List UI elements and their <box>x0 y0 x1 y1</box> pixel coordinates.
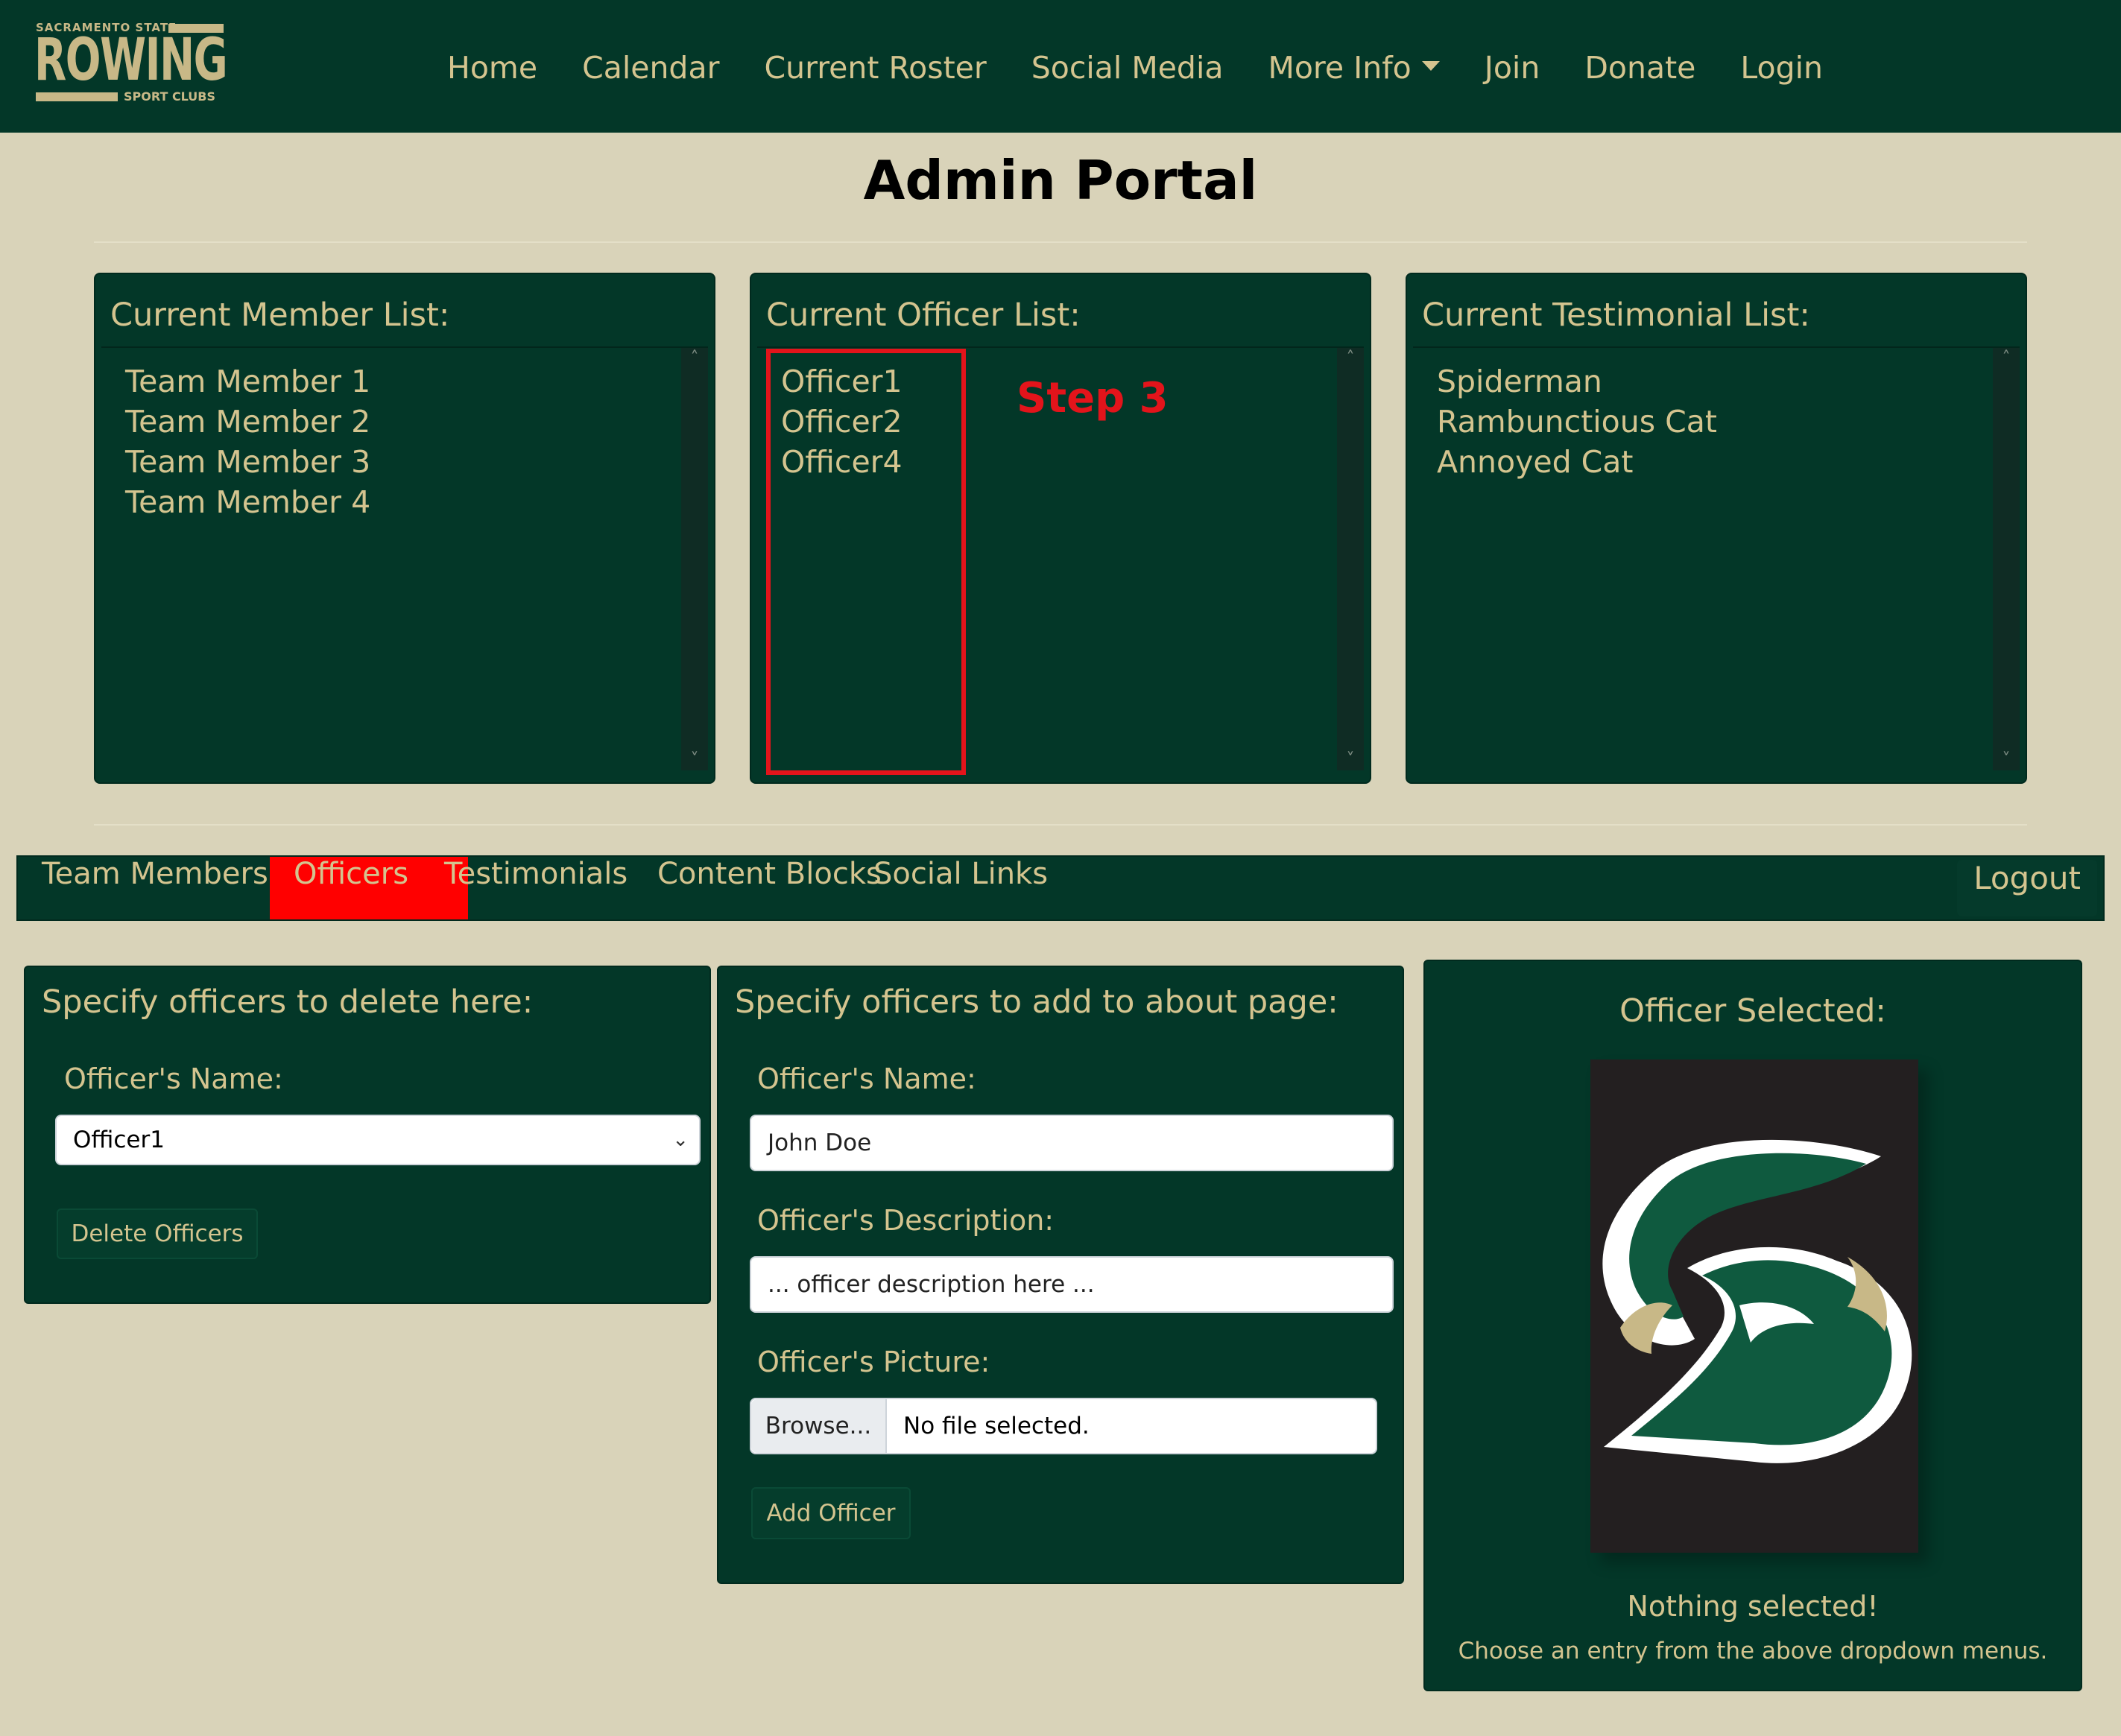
add-name-label: Officer's Name: <box>757 1062 976 1095</box>
page-title: Admin Portal <box>863 149 1258 212</box>
nav-current-roster[interactable]: Current Roster <box>764 50 986 86</box>
nav-join[interactable]: Join <box>1485 50 1540 86</box>
scrollbar[interactable]: ˄ ˅ <box>1993 348 2020 770</box>
officer-name-select[interactable]: Officer1 ⌄ <box>55 1115 701 1165</box>
logo-bar <box>36 92 118 101</box>
add-officer-button[interactable]: Add Officer <box>751 1487 911 1539</box>
add-picture-label: Officer's Picture: <box>757 1346 990 1378</box>
nav-more-info-dropdown[interactable]: More Info <box>1268 50 1440 86</box>
delete-officers-button[interactable]: Delete Officers <box>57 1208 258 1259</box>
browse-button[interactable]: Browse... <box>751 1399 887 1453</box>
delete-card-title: Specify officers to delete here: <box>42 983 534 1021</box>
officer-picture-file-input[interactable]: Browse... No file selected. <box>750 1398 1377 1454</box>
add-officer-card: Specify officers to add to about page: O… <box>717 966 1404 1584</box>
scrollbar[interactable]: ˄ ˅ <box>681 348 708 770</box>
scroll-down-icon[interactable]: ˅ <box>689 752 701 768</box>
selected-officer: Officer1 <box>73 1127 165 1153</box>
scroll-up-icon[interactable]: ˄ <box>1344 350 1356 367</box>
delete-officers-card: Specify officers to delete here: Officer… <box>24 966 711 1304</box>
officer-name-field[interactable]: John Doe <box>750 1115 1394 1171</box>
member-list-panel: Current Member List: Team Member 1 Team … <box>94 273 715 784</box>
scroll-up-icon[interactable]: ˄ <box>689 350 701 367</box>
main-nav: Home Calendar Current Roster Social Medi… <box>447 42 1823 94</box>
officer-list-heading: Current Officer List: <box>766 297 1081 334</box>
caret-down-icon <box>1421 60 1440 71</box>
nav-social-media[interactable]: Social Media <box>1031 50 1224 86</box>
add-card-title: Specify officers to add to about page: <box>735 983 1338 1021</box>
officer-description-field[interactable]: ... officer description here ... <box>750 1256 1394 1313</box>
divider <box>94 241 2027 243</box>
scroll-down-icon[interactable]: ˅ <box>2000 752 2012 768</box>
nav-login[interactable]: Login <box>1740 50 1823 86</box>
list-item[interactable]: Team Member 3 <box>125 442 370 482</box>
logo-bottom-text: SPORT CLUBS <box>124 89 216 104</box>
list-item[interactable]: Team Member 4 <box>125 482 370 522</box>
scrollbar[interactable]: ˄ ˅ <box>1337 348 1364 770</box>
preview-hint: Choose an entry from the above dropdown … <box>1458 1638 2048 1664</box>
nav-home[interactable]: Home <box>447 50 537 86</box>
member-listbox[interactable]: Team Member 1 Team Member 2 Team Member … <box>101 346 708 770</box>
step-label: Step 3 <box>1017 374 1169 422</box>
member-list-heading: Current Member List: <box>110 297 450 334</box>
testimonial-list-heading: Current Testimonial List: <box>1422 297 1810 334</box>
testimonial-listbox[interactable]: Spiderman Rambunctious Cat Annoyed Cat ˄… <box>1413 346 2020 770</box>
navbar: SACRAMENTO STATE ROWING SPORT CLUBS Home… <box>0 0 2121 133</box>
tab-social-links[interactable]: Social Links <box>850 857 1072 919</box>
step-highlight-box <box>766 349 966 775</box>
preview-status: Nothing selected! <box>1627 1590 1879 1623</box>
scroll-up-icon[interactable]: ˄ <box>2000 350 2012 367</box>
logout-button[interactable]: Logout <box>1957 860 2097 916</box>
logo-word: ROWING <box>34 27 228 94</box>
nav-calendar[interactable]: Calendar <box>582 50 719 86</box>
scroll-down-icon[interactable]: ˅ <box>1344 752 1356 768</box>
add-description-label: Officer's Description: <box>757 1204 1055 1237</box>
list-item[interactable]: Rambunctious Cat <box>1437 402 1717 442</box>
delete-name-label: Officer's Name: <box>64 1062 283 1095</box>
nav-donate[interactable]: Donate <box>1584 50 1695 86</box>
list-item[interactable]: Team Member 2 <box>125 402 370 442</box>
tab-testimonials[interactable]: Testimonials <box>420 857 651 919</box>
list-item[interactable]: Spiderman <box>1437 361 1717 402</box>
divider <box>94 824 2027 826</box>
list-item[interactable]: Annoyed Cat <box>1437 442 1717 482</box>
preview-title: Officer Selected: <box>1619 992 1886 1030</box>
sac-state-s-logo-icon <box>1602 1139 1912 1463</box>
nav-more-info-label: More Info <box>1268 50 1412 86</box>
file-status-text: No file selected. <box>903 1413 1090 1439</box>
rowing-logo[interactable]: SACRAMENTO STATE ROWING SPORT CLUBS <box>34 21 228 109</box>
testimonial-list-panel: Current Testimonial List: Spiderman Ramb… <box>1406 273 2027 784</box>
admin-tab-bar: Team Members Officers Testimonials Conte… <box>16 855 2105 921</box>
officer-picture-preview <box>1590 1059 1918 1553</box>
chevron-down-icon: ⌄ <box>672 1129 689 1151</box>
list-item[interactable]: Team Member 1 <box>125 361 370 402</box>
